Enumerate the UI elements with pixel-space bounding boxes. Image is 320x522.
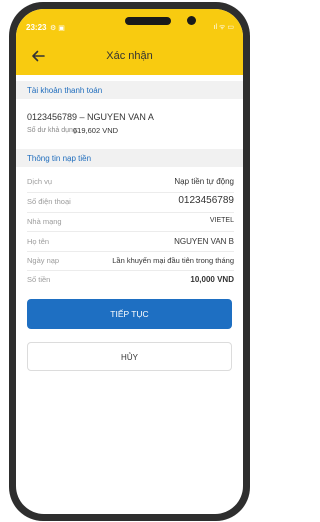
row-value: VIETEL — [209, 217, 234, 224]
row-label: Ngày nạp — [27, 256, 60, 265]
continue-button[interactable]: TIẾP TỤC — [27, 299, 232, 329]
row-value: NGUYEN VAN B — [174, 237, 234, 246]
status-right-icons: ıl ᯤ ▭ — [213, 24, 234, 31]
status-time: 23:23 — [26, 23, 47, 32]
app-screen: 23:23 ⚙ ▣ ıl ᯤ ▭ Xác nhận Tài khoản than… — [16, 9, 243, 514]
row-carrier: Nhà mạng VIETEL — [27, 215, 234, 229]
row-value: Nạp tiền tự động — [174, 177, 234, 186]
topup-section-header: Thông tin nạp tiền — [16, 149, 243, 167]
app-header: 23:23 ⚙ ▣ ıl ᯤ ▭ Xác nhận — [16, 9, 243, 75]
cancel-button[interactable]: HỦY — [27, 342, 232, 371]
row-fullname: Họ tên NGUYEN VAN B — [27, 235, 234, 249]
divider — [27, 231, 234, 232]
page-title: Xác nhận — [106, 50, 153, 62]
phone-frame: 23:23 ⚙ ▣ ıl ᯤ ▭ Xác nhận Tài khoản than… — [9, 2, 250, 521]
row-topup-date: Ngày nạp Lần khuyến mại đầu tiên trong t… — [27, 254, 234, 268]
row-value: 0123456789 — [178, 195, 234, 206]
divider — [27, 212, 234, 213]
account-name: 0123456789 – NGUYEN VAN A — [27, 112, 154, 122]
camera-dot — [187, 16, 196, 25]
divider — [27, 270, 234, 271]
row-label: Dịch vụ — [27, 177, 53, 186]
row-label: Họ tên — [27, 237, 50, 246]
row-label: Số điện thoại — [27, 197, 71, 206]
speaker-bar — [125, 17, 171, 25]
topup-section-title: Thông tin nạp tiền — [27, 154, 92, 163]
divider — [27, 251, 234, 252]
status-left-icons: ⚙ ▣ — [50, 25, 65, 32]
account-section-header: Tài khoản thanh toán — [16, 81, 243, 99]
balance-value: 619,602 VND — [73, 126, 119, 135]
account-section-title: Tài khoản thanh toán — [27, 86, 103, 95]
divider — [27, 192, 234, 193]
row-service: Dịch vụ Nạp tiền tự động — [27, 175, 234, 189]
row-label: Nhà mạng — [27, 217, 62, 226]
row-amount: Số tiền 10,000 VND — [27, 273, 234, 287]
row-value: Lần khuyến mại đầu tiên trong tháng — [112, 256, 234, 265]
row-label: Số tiền — [27, 275, 51, 284]
row-phone: Số điện thoại 0123456789 — [27, 195, 234, 209]
row-value: 10,000 VND — [190, 275, 234, 284]
camera-notch — [111, 9, 196, 35]
balance-label: Số dư khả dụng: — [27, 127, 79, 134]
